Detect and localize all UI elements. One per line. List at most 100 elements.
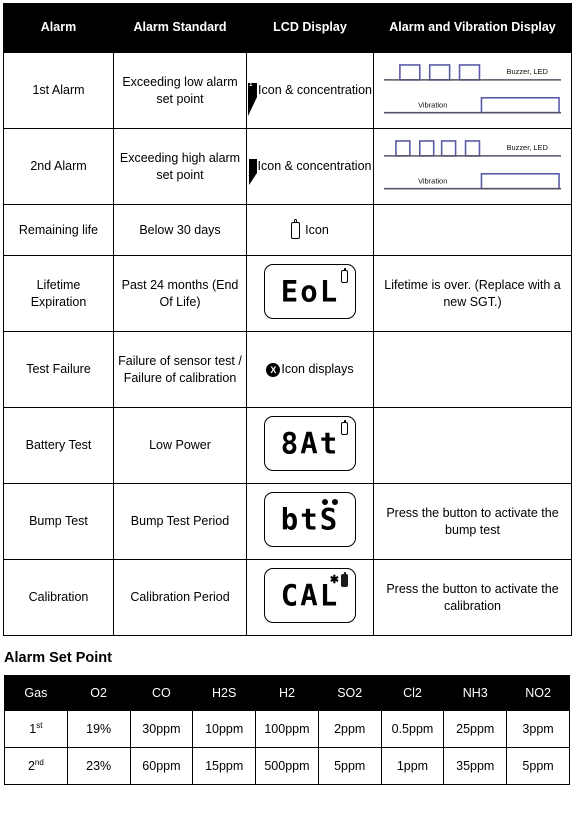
ordinal-suffix: nd — [34, 758, 44, 768]
cell-lcd-display: ✱ CAL — [246, 559, 374, 636]
setpoint-column-header: NH3 — [443, 675, 508, 711]
ordinal-suffix: st — [36, 721, 43, 731]
cell-lcd-display: X Icon displays — [246, 331, 374, 408]
table-row: Calibration Calibration Period ✱ CAL Press t… — [3, 559, 572, 636]
cell-alarm-vibration-display — [373, 407, 572, 484]
lcd-display-label: Icon & concentration — [257, 159, 372, 174]
buzzer-led-label: Buzzer, LED — [506, 143, 548, 152]
table-row: 2nd Alarm Exceeding high alarm set point 2… — [3, 128, 572, 205]
cell-setpoint-value: 2ppm — [317, 710, 382, 748]
vibration-label: Vibration — [418, 176, 447, 185]
cell-alarm-vibration-display: Press the button to activate the bump te… — [373, 483, 572, 560]
lcd-panel-text: btS — [280, 502, 340, 537]
alarm-level-1-triangle-icon: 1 — [248, 82, 258, 117]
setpoint-column-header: H2S — [192, 675, 257, 711]
cell-alarm-standard: Exceeding low alarm set point — [113, 52, 247, 129]
alarm-table-header-row: Alarm Alarm Standard LCD Display Alarm a… — [3, 3, 572, 53]
table-row: Battery Test Low Power 8At — [3, 407, 572, 484]
cell-setpoint-value: 35ppm — [443, 747, 508, 785]
cell-alarm-standard: Exceeding high alarm set point — [113, 128, 247, 205]
lcd-icon-with-label: X Icon displays — [251, 361, 369, 377]
cell-setpoint-value: 1ppm — [380, 747, 445, 785]
cell-lcd-display: 2 Icon & concentration — [246, 128, 374, 205]
column-header-lcd-display: LCD Display — [246, 3, 374, 53]
cell-alarm-vibration-display: Buzzer, LED Vibration — [373, 52, 572, 129]
column-header-alarm: Alarm — [3, 3, 114, 53]
table-row: Test Failure Failure of sensor test / Fai… — [3, 331, 572, 408]
alarm-level-2-triangle-icon: 2 — [248, 158, 257, 186]
cell-alarm-vibration-display — [373, 204, 572, 256]
cell-setpoint-value: 500ppm — [255, 747, 319, 785]
alarm-display-text: Press the button to activate the bump te… — [386, 506, 559, 537]
lcd-panel: EoL — [264, 263, 356, 319]
cell-setpoint-value: 30ppm — [129, 710, 194, 748]
setpoint-table-body: 1st 19% 30ppm 10ppm 100ppm 2ppm 0.5ppm 25ppm 3pp… — [4, 710, 570, 785]
table-row: Lifetime Expiration Past 24 months (End O… — [3, 255, 572, 332]
lcd-icon-with-label: Icon — [251, 218, 369, 239]
setpoint-column-header: CO — [129, 675, 194, 711]
setpoint-column-header: H2 — [255, 675, 319, 711]
cell-setpoint-value: 25ppm — [443, 710, 508, 748]
column-header-alarm-vibration-display: Alarm and Vibration Display — [373, 3, 572, 53]
setpoint-column-header: Cl2 — [380, 675, 445, 711]
cell-alarm-standard: Past 24 months (End Of Life) — [113, 255, 247, 332]
alarm-waveform-graphic: Buzzer, LED Vibration — [383, 63, 562, 114]
cell-setpoint-value: 19% — [66, 710, 131, 748]
cell-alarm-ordinal: 1st — [4, 710, 68, 748]
test-failure-x-icon: X — [266, 362, 281, 377]
setpoint-table-head: Gas O2 CO H2S H2 SO2 Cl2 NH3 NO2 — [4, 675, 570, 711]
alarm-display-text: Lifetime is over. (Replace with a new SG… — [384, 278, 561, 309]
cell-alarm-vibration-display: Lifetime is over. (Replace with a new SG… — [373, 255, 572, 332]
lcd-panel: btS — [264, 491, 356, 547]
cell-lcd-display: 8At — [246, 407, 374, 484]
cell-setpoint-value: 100ppm — [255, 710, 319, 748]
cell-setpoint-value: 5ppm — [317, 747, 382, 785]
table-row: 1st 19% 30ppm 10ppm 100ppm 2ppm 0.5ppm 25ppm 3pp… — [4, 710, 570, 748]
alarm-waveform-graphic: Buzzer, LED Vibration — [383, 139, 562, 190]
column-header-alarm-standard: Alarm Standard — [113, 3, 247, 53]
cell-alarm-name: 1st Alarm — [3, 52, 114, 129]
cell-alarm-vibration-display: Buzzer, LED Vibration — [373, 128, 572, 205]
cell-lcd-display: btS — [246, 483, 374, 560]
alarm-table-body: 1st Alarm Exceeding low alarm set point 1 I… — [3, 52, 572, 636]
cell-lcd-display: 1 Icon & concentration — [246, 52, 374, 129]
vibration-label: Vibration — [418, 100, 447, 109]
buzzer-led-label: Buzzer, LED — [506, 67, 548, 76]
cell-setpoint-value: 23% — [66, 747, 131, 785]
cell-alarm-standard: Failure of sensor test / Failure of cali… — [113, 331, 247, 408]
lcd-panel: ✱ CAL — [264, 567, 356, 623]
cell-alarm-name: Bump Test — [3, 483, 114, 560]
cell-alarm-name: Calibration — [3, 559, 114, 636]
cell-alarm-name: Remaining life — [3, 204, 114, 256]
alarm-table: Alarm Alarm Standard LCD Display Alarm a… — [3, 3, 572, 636]
alarm-spec-page: Alarm Alarm Standard LCD Display Alarm a… — [0, 3, 574, 817]
cell-alarm-name: Lifetime Expiration — [3, 255, 114, 332]
lcd-icon-with-label: 1 Icon & concentration — [248, 82, 372, 117]
sensor-cartridge-icon — [291, 218, 301, 239]
cell-lcd-display: Icon — [246, 204, 374, 256]
cell-setpoint-value: 0.5ppm — [380, 710, 445, 748]
lcd-display-label: Icon displays — [281, 362, 354, 377]
setpoint-header-row: Gas O2 CO H2S H2 SO2 Cl2 NH3 NO2 — [4, 675, 570, 711]
lcd-panel-text: 8At — [280, 426, 340, 461]
lcd-panel-text: CAL — [280, 578, 340, 613]
setpoint-column-header: NO2 — [506, 675, 570, 711]
lcd-display-label: Icon — [305, 222, 329, 237]
alarm-set-point-table: Gas O2 CO H2S H2 SO2 Cl2 NH3 NO2 1st 19% 30ppm 10pp… — [4, 675, 570, 785]
cell-setpoint-value: 3ppm — [506, 710, 570, 748]
setpoint-column-header: O2 — [66, 675, 131, 711]
cell-alarm-name: 2nd Alarm — [3, 128, 114, 205]
setpoint-column-header: SO2 — [317, 675, 382, 711]
cell-setpoint-value: 5ppm — [506, 747, 570, 785]
lcd-icon-with-label: 2 Icon & concentration — [248, 158, 372, 186]
alarm-display-text: Press the button to activate the calibra… — [386, 582, 559, 613]
alarm-set-point-title: Alarm Set Point — [4, 650, 112, 666]
table-row: Remaining life Below 30 days Icon — [3, 204, 572, 256]
cell-alarm-standard: Below 30 days — [113, 204, 247, 256]
alarm-table-head: Alarm Alarm Standard LCD Display Alarm a… — [3, 3, 572, 53]
lcd-panel-text: EoL — [280, 274, 340, 309]
cell-alarm-vibration-display: Press the button to activate the calibra… — [373, 559, 572, 636]
cell-setpoint-value: 60ppm — [129, 747, 194, 785]
lcd-display-label: Icon & concentration — [258, 83, 372, 98]
cell-alarm-name: Battery Test — [3, 407, 114, 484]
